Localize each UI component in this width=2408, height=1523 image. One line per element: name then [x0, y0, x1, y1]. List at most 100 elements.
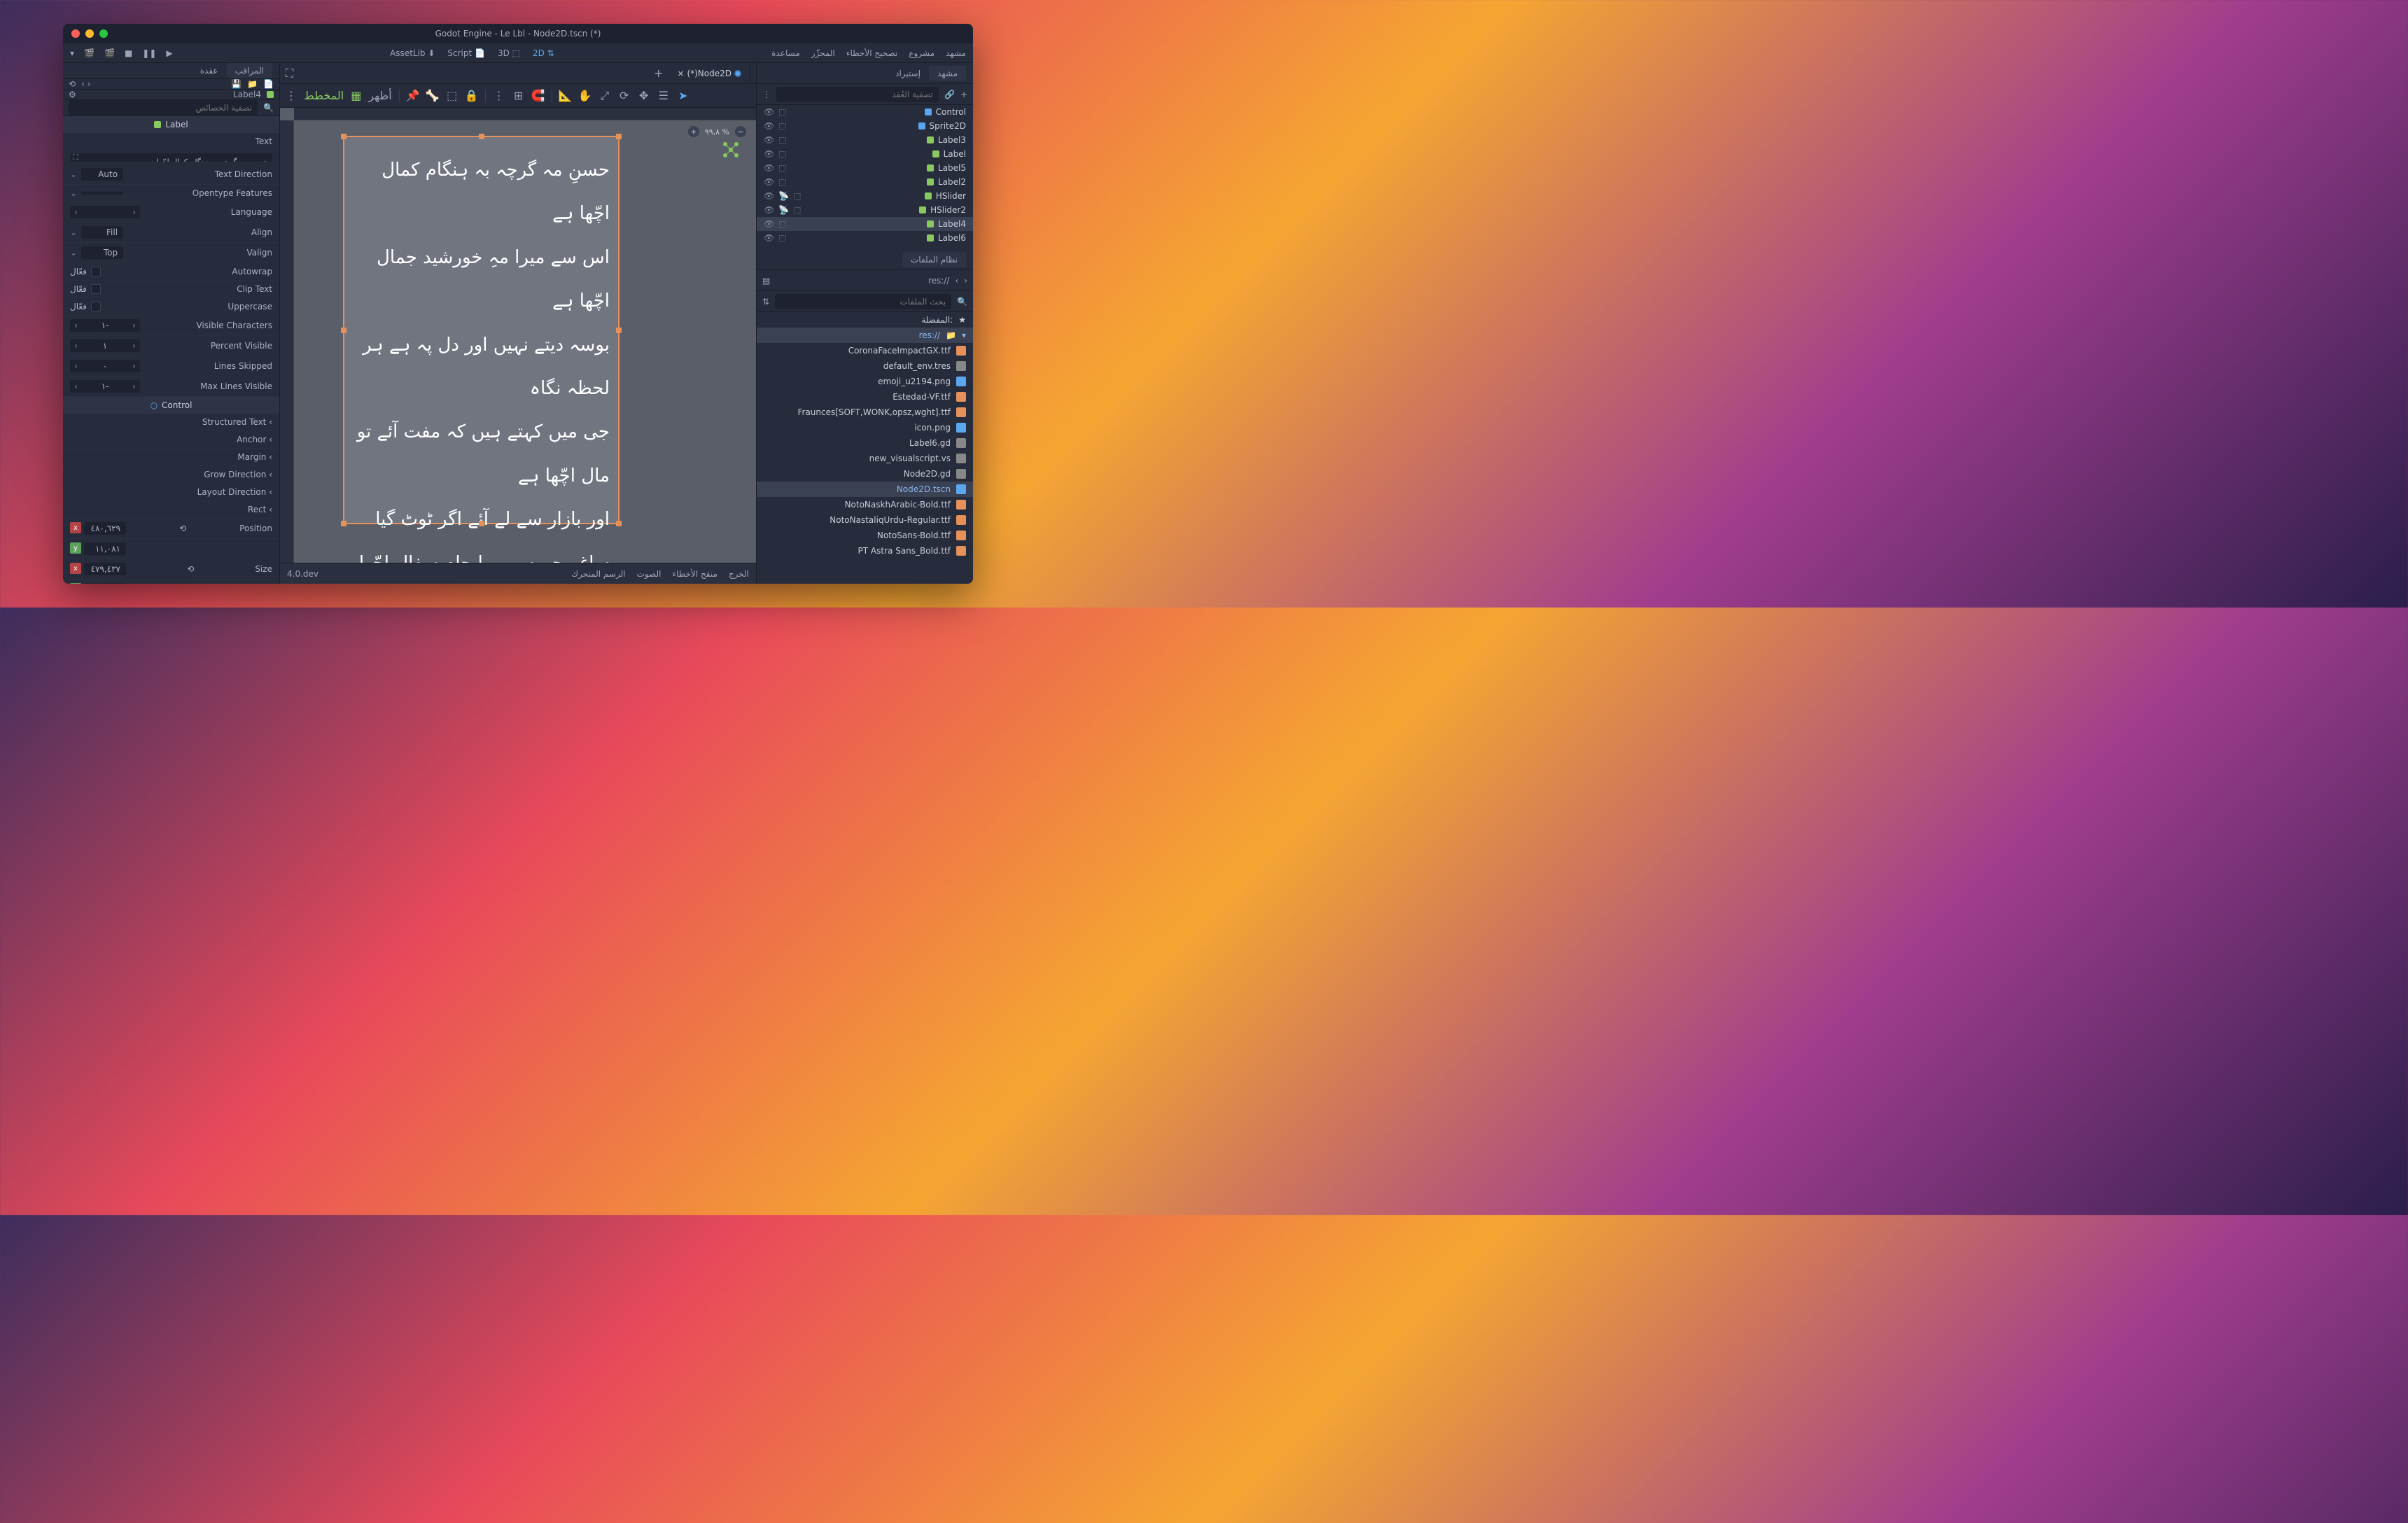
tab-node[interactable]: عقدة	[192, 63, 227, 78]
tree-node-hslider[interactable]: 👁📡⬚HSlider	[757, 189, 973, 203]
resize-handle[interactable]	[479, 134, 484, 139]
bottom-tab-animation[interactable]: الرسم المتحرك	[571, 569, 625, 579]
tab-inspector[interactable]: المراقب	[227, 63, 272, 78]
visibility-icon[interactable]: 👁	[764, 121, 774, 131]
move-icon[interactable]: ✥	[638, 90, 650, 102]
history-nav[interactable]: ‹ ›	[81, 79, 90, 89]
nav-back-icon[interactable]: ‹	[955, 276, 958, 286]
menu-project[interactable]: مشروع	[909, 48, 934, 58]
tool-bone-icon[interactable]: 🦴	[426, 90, 439, 102]
prop-rect[interactable]: Rect ‹	[63, 501, 279, 519]
add-scene-icon[interactable]: +	[654, 66, 663, 80]
split-icon[interactable]: ▤	[762, 276, 770, 286]
tree-node-label[interactable]: 👁⬚Label	[757, 147, 973, 161]
canvas[interactable]: + ٩٩,٨ % −	[294, 120, 756, 563]
file-item[interactable]: Node2D.gd	[757, 466, 973, 482]
tool-group-icon[interactable]: ⬚	[446, 90, 458, 102]
snap-grid-icon[interactable]: ⊞	[512, 90, 525, 102]
history-back-icon[interactable]: ⟲	[69, 79, 76, 89]
file-item[interactable]: Label6.gd	[757, 435, 973, 451]
workspace-assetlib[interactable]: AssetLib ⬇	[390, 48, 435, 58]
viewport[interactable]: + ٩٩,٨ % −	[280, 108, 756, 563]
tree-node-label4[interactable]: 👁⬚Label4	[757, 217, 973, 231]
visibility-icon[interactable]: 👁	[764, 135, 774, 145]
save-icon[interactable]: 💾	[231, 79, 241, 89]
close-window-button[interactable]	[71, 29, 80, 38]
prop-structured-text[interactable]: Structured Text ‹	[63, 414, 279, 431]
minimize-window-button[interactable]	[85, 29, 94, 38]
snap-icon[interactable]: 🧲	[532, 90, 545, 102]
open-icon[interactable]: 📁	[247, 79, 258, 89]
resize-handle[interactable]	[341, 134, 346, 139]
tree-node-hslider2[interactable]: 👁📡⬚HSlider2	[757, 203, 973, 217]
add-node-icon[interactable]: +	[960, 90, 967, 99]
resize-handle[interactable]	[616, 328, 622, 333]
menu-editor[interactable]: المحرِّر	[811, 48, 835, 58]
tree-node-label6[interactable]: 👁⬚Label6	[757, 231, 973, 245]
file-item[interactable]: NotoNaskhArabic-Bold.ttf	[757, 497, 973, 512]
file-item[interactable]: emoji_u2194.png	[757, 374, 973, 389]
play-icon[interactable]: ▶	[166, 48, 172, 58]
fs-root[interactable]: res://📁▾	[757, 328, 973, 343]
file-item[interactable]: new_visualscript.vs	[757, 451, 973, 466]
select-icon[interactable]: ➤	[677, 90, 690, 102]
bottom-tab-debugger[interactable]: منقح الأخطاء	[672, 569, 717, 579]
menu-scene[interactable]: مشهد	[946, 48, 966, 58]
filter-properties-input[interactable]	[69, 100, 258, 115]
play-scene-icon[interactable]: 🎬	[84, 48, 94, 58]
zoom-level[interactable]: ٩٩,٨ %	[705, 127, 729, 136]
dots-icon[interactable]: ⋮	[762, 90, 771, 99]
resize-handle[interactable]	[616, 134, 622, 139]
resize-handle[interactable]	[479, 521, 484, 526]
distraction-free-icon[interactable]: ▾	[70, 48, 74, 58]
visibility-icon[interactable]: 👁	[764, 177, 774, 187]
file-item[interactable]: Estedad-VF.ttf	[757, 389, 973, 405]
text-value-field[interactable]: ⛶ حسن مہ گرچہ بہ ہنگام کمال اچّھا ہے اس …	[70, 153, 272, 162]
scene-tab[interactable]: × (*)Node2D	[668, 64, 750, 83]
selected-label-node[interactable]: حسنِ مہ گرچہ بہ ہنگام کمال اچّھا ہےاس سے…	[343, 136, 620, 524]
nav-fwd-icon[interactable]: ›	[964, 276, 967, 286]
prop-anchor[interactable]: Anchor ‹	[63, 431, 279, 449]
visibility-icon[interactable]: 👁	[764, 107, 774, 117]
checkbox[interactable]	[91, 302, 101, 311]
prop-margin[interactable]: Margin ‹	[63, 449, 279, 466]
pan-icon[interactable]: ✋	[579, 90, 592, 102]
checkbox[interactable]	[91, 284, 101, 294]
prop-layout-direction[interactable]: Layout Direction ‹	[63, 484, 279, 501]
visibility-icon[interactable]: 👁	[764, 163, 774, 173]
layout-button[interactable]: المخطط	[304, 89, 344, 102]
workspace-script[interactable]: Script 📄	[447, 48, 485, 58]
chevron-down-icon[interactable]: ⌄	[70, 227, 77, 237]
ruler-icon[interactable]: 📐	[559, 90, 572, 102]
menu-help[interactable]: مساعدة	[771, 48, 800, 58]
tool-lock-icon[interactable]: 🔒	[465, 90, 478, 102]
link-icon[interactable]: 🔗	[944, 90, 955, 99]
workspace-3d[interactable]: 3D ⬚	[498, 48, 520, 58]
resource-icon[interactable]: 📄	[263, 79, 274, 89]
visibility-icon[interactable]: 👁	[764, 233, 774, 243]
file-item[interactable]: default_env.tres	[757, 358, 973, 374]
section-label[interactable]: Label	[63, 116, 279, 133]
tree-node-label2[interactable]: 👁⬚Label2	[757, 175, 973, 189]
file-item[interactable]: CoronaFaceImpactGX.ttf	[757, 343, 973, 358]
zoom-in-icon[interactable]: +	[688, 126, 699, 137]
maximize-window-button[interactable]	[99, 29, 108, 38]
visibility-icon[interactable]: 👁	[764, 205, 774, 215]
scale-icon[interactable]: ⤢	[598, 90, 611, 102]
visibility-icon[interactable]: 👁	[764, 219, 774, 229]
stop-icon[interactable]: ■	[125, 48, 132, 58]
show-button[interactable]: أظهر	[368, 89, 391, 102]
file-item[interactable]: NotoSans-Bold.ttf	[757, 528, 973, 543]
menu-debug[interactable]: تصحيح الأخطاء	[846, 48, 897, 58]
checkbox[interactable]	[91, 267, 101, 276]
section-control[interactable]: ○ Control	[63, 397, 279, 414]
tree-node-label3[interactable]: 👁⬚Label3	[757, 133, 973, 147]
dots-icon[interactable]: ⋮	[286, 89, 297, 102]
snap-config-icon[interactable]: ⋮	[493, 90, 505, 102]
tab-scene[interactable]: مشهد	[929, 66, 966, 81]
tree-node-control[interactable]: 👁⬚Control	[757, 105, 973, 119]
file-item[interactable]: icon.png	[757, 420, 973, 435]
file-item[interactable]: Node2D.tscn	[757, 482, 973, 497]
fs-path[interactable]: res://	[776, 276, 949, 286]
file-item[interactable]: Fraunces[SOFT,WONK,opsz,wght].ttf	[757, 405, 973, 420]
